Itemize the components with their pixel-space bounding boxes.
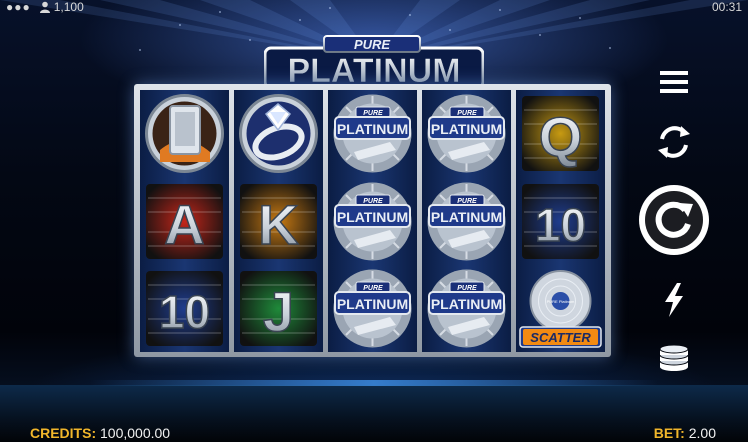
wild-label-text: PLATINUM <box>431 296 502 312</box>
reel-3: PURE PLATINUM PURE PLATINUM PURE PLATINUM <box>328 90 417 352</box>
scatter-disc-text: PURE Platinum <box>547 299 575 304</box>
reel-1: A 10 <box>140 90 229 352</box>
turbo-button[interactable] <box>636 282 712 318</box>
symbol-cell: Q <box>516 90 605 177</box>
card-symbol-text: K <box>258 193 298 256</box>
wild-label-text: PLATINUM <box>337 121 408 137</box>
symbol-cell: PURE PLATINUM <box>422 265 511 352</box>
symbol-cell: PURE Platinum SCATTER <box>516 265 605 352</box>
wild-label-text: PLATINUM <box>431 209 502 225</box>
reel-4: PURE PLATINUM PURE PLATINUM PURE PLATINUM <box>422 90 511 352</box>
scatter-symbol: PURE Platinum SCATTER <box>519 270 602 348</box>
card-symbol-k: K <box>240 184 317 259</box>
card-symbol-text: A <box>164 193 204 256</box>
stage-floor-glow <box>90 380 658 386</box>
card-symbol-a: A <box>146 184 223 259</box>
reel-2: KJ <box>234 90 323 352</box>
wild-logo-symbol: PURE PLATINUM <box>333 182 412 261</box>
scatter-label-text: SCATTER <box>530 330 591 345</box>
wild-logo-symbol: PURE PLATINUM <box>427 269 506 348</box>
card-symbol-10: 10 <box>522 184 599 259</box>
card-symbol-text: J <box>263 280 294 343</box>
wild-sub-text: PURE <box>363 198 383 205</box>
bet-value: 2.00 <box>688 425 716 441</box>
status-bar-left: ●●● 1,100 <box>6 0 84 14</box>
wild-logo-symbol: PURE PLATINUM <box>427 182 506 261</box>
symbol-cell: PURE PLATINUM <box>422 178 511 265</box>
menu-button[interactable] <box>636 65 712 99</box>
symbol-cell: A <box>140 178 229 265</box>
spin-icon <box>639 185 709 255</box>
logo-small-text: PURE <box>354 37 390 52</box>
game-logo: PURE PLATINUM <box>264 35 484 90</box>
diamond-ring-symbol <box>239 94 318 173</box>
reel-5: Q 10 PURE Platinum SCATTER <box>516 90 605 352</box>
more-options-icon[interactable]: ●●● <box>6 0 31 14</box>
symbol-cell: 10 <box>516 178 605 265</box>
autoplay-button[interactable] <box>636 122 712 162</box>
card-symbol-text: 10 <box>535 199 586 251</box>
symbol-cell: PURE PLATINUM <box>328 265 417 352</box>
wild-sub-text: PURE <box>457 285 477 292</box>
bet-display: BET: 2.00 <box>654 425 716 441</box>
turbo-icon <box>665 283 683 317</box>
clock: 00:31 <box>711 0 742 14</box>
menu-icon <box>660 71 688 93</box>
spin-button[interactable] <box>636 182 712 258</box>
autoplay-icon <box>658 126 690 158</box>
card-symbol-text: Q <box>539 105 583 168</box>
wild-sub-text: PURE <box>457 198 477 205</box>
symbol-cell <box>234 90 323 177</box>
wild-sub-text: PURE <box>457 110 477 117</box>
platinum-bar-symbol <box>145 94 224 173</box>
credits-value: 100,000.00 <box>100 425 171 441</box>
bet-button[interactable] <box>636 344 712 374</box>
wild-logo-symbol: PURE PLATINUM <box>333 269 412 348</box>
symbol-cell: J <box>234 265 323 352</box>
card-symbol-j: J <box>240 271 317 346</box>
wild-sub-text: PURE <box>363 110 383 117</box>
bet-label: BET: <box>653 425 685 441</box>
card-symbol-10: 10 <box>146 271 223 346</box>
bet-coins-icon <box>659 345 689 371</box>
credits-label: CREDITS: <box>30 425 97 441</box>
symbol-cell: PURE PLATINUM <box>328 90 417 177</box>
wild-label-text: PLATINUM <box>431 121 502 137</box>
symbol-cell: K <box>234 178 323 265</box>
player-balance: 1,100 <box>53 0 84 14</box>
wild-label-text: PLATINUM <box>337 209 408 225</box>
credits-display: CREDITS: 100,000.00 <box>30 425 170 441</box>
card-symbol-text: 10 <box>159 286 210 338</box>
symbol-cell: PURE PLATINUM <box>422 90 511 177</box>
wild-label-text: PLATINUM <box>337 296 408 312</box>
wild-logo-symbol: PURE PLATINUM <box>333 94 412 173</box>
symbol-cell <box>140 90 229 177</box>
card-symbol-q: Q <box>522 96 599 171</box>
user-icon <box>39 1 50 13</box>
symbol-cell: PURE PLATINUM <box>328 178 417 265</box>
symbol-cell: 10 <box>140 265 229 352</box>
wild-logo-symbol: PURE PLATINUM <box>427 94 506 173</box>
wild-sub-text: PURE <box>363 285 383 292</box>
